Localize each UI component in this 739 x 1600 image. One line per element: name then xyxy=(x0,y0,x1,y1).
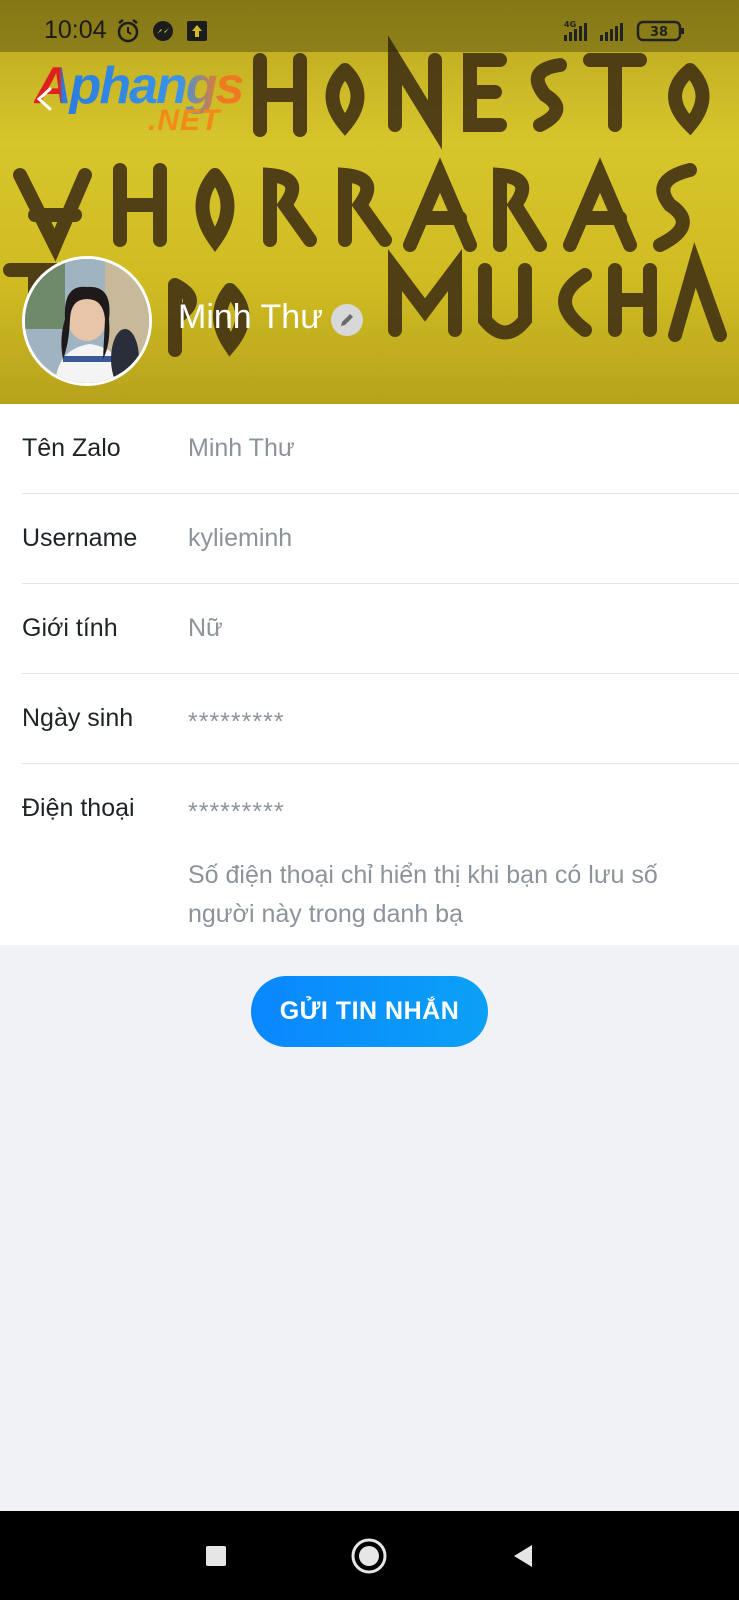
info-row-phone: Điện thoại ********* Số điện thoại chỉ h… xyxy=(22,764,739,944)
alarm-icon xyxy=(117,19,139,43)
profile-screen: 10:04 4G 38 Aphangs .NET Minh Thư Tên Za… xyxy=(0,0,739,1600)
messenger-icon xyxy=(153,21,173,41)
home-circle-icon xyxy=(351,1538,387,1574)
system-status-icons: 4G 38 xyxy=(564,20,684,42)
phone-visibility-note: Số điện thoại chỉ hiển thị khi bạn có lư… xyxy=(188,861,658,928)
edit-name-button[interactable] xyxy=(331,304,363,336)
info-label: Username xyxy=(22,524,138,552)
recent-apps-button[interactable] xyxy=(193,1533,239,1579)
info-label: Tên Zalo xyxy=(22,434,121,462)
avatar[interactable] xyxy=(22,256,152,386)
cover-photo[interactable]: 10:04 4G 38 Aphangs .NET Minh Thư xyxy=(0,0,739,404)
home-button[interactable] xyxy=(346,1533,392,1579)
back-button[interactable] xyxy=(500,1533,546,1579)
profile-name: Minh Thư xyxy=(178,298,323,336)
info-row-zalo-name: Tên Zalo Minh Thư xyxy=(22,404,739,494)
watermark-logo: Aphangs .NET xyxy=(34,56,264,140)
navigation-bar xyxy=(0,1511,739,1600)
info-value: kylieminh xyxy=(188,524,293,552)
svg-text:38: 38 xyxy=(650,25,668,40)
status-bar: 10:04 4G 38 xyxy=(0,0,739,52)
info-row-birthday: Ngày sinh ********* xyxy=(22,674,739,764)
back-triangle-icon xyxy=(514,1545,532,1567)
watermark-sub: .NET xyxy=(148,104,221,137)
profile-info-card: Tên Zalo Minh Thư Username kylieminh Giớ… xyxy=(0,404,739,945)
info-value: ********* xyxy=(188,798,285,826)
info-row-gender: Giới tính Nữ xyxy=(22,584,739,674)
status-time: 10:04 xyxy=(44,16,107,44)
back-arrow-icon[interactable] xyxy=(34,86,56,112)
send-message-button[interactable]: GỬI TIN NHẮN xyxy=(251,976,488,1047)
square-icon xyxy=(206,1546,226,1566)
info-value: Minh Thư xyxy=(188,434,295,462)
info-row-username: Username kylieminh xyxy=(22,494,739,584)
upload-icon xyxy=(187,21,207,41)
info-label: Giới tính xyxy=(22,614,118,642)
avatar-photo xyxy=(25,259,149,383)
signal-icon-sim2 xyxy=(600,23,623,41)
network-type-label: 4G xyxy=(564,20,576,29)
battery-icon: 38 xyxy=(636,20,684,42)
info-value: Nữ xyxy=(188,614,223,642)
pencil-icon xyxy=(341,314,353,326)
notification-icons xyxy=(117,19,207,43)
info-value: ********* xyxy=(188,708,285,736)
info-label: Ngày sinh xyxy=(22,704,134,732)
info-label: Điện thoại xyxy=(22,794,135,822)
